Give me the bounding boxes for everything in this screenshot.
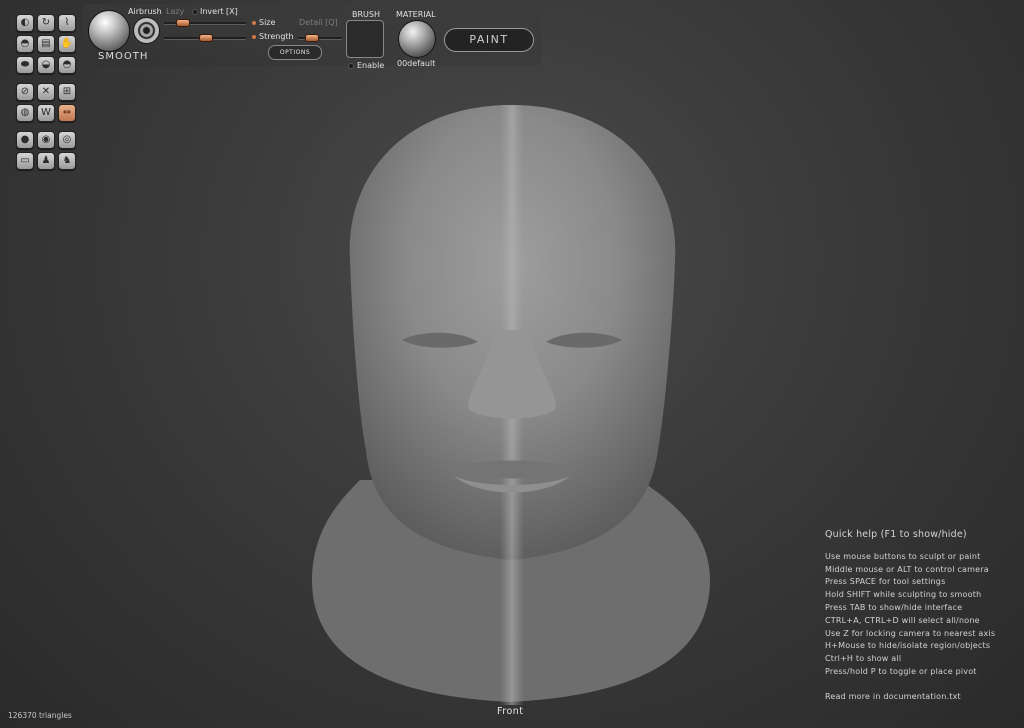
tool-row-2: ◓ ▤ ✋ [16,35,76,53]
flatten-brush-icon[interactable]: ⌇ [58,14,76,32]
sculpt-head-model[interactable] [290,90,730,705]
view-front-icon[interactable]: ◉ [37,131,55,149]
figure-alt-icon[interactable]: ♞ [58,152,76,170]
symmetry-icon[interactable]: ⊘ [16,83,34,101]
size-bullet-icon [252,21,256,25]
invert-radio-icon[interactable] [192,9,198,15]
triangle-count: 126370 triangles [8,711,72,720]
options-button[interactable]: OPTIONS [268,45,322,60]
grid-icon[interactable]: ⊞ [58,83,76,101]
size-slider-handle[interactable] [176,19,190,27]
paint-button[interactable]: PAINT [444,28,534,52]
help-line: Use Z for locking camera to nearest axis [825,628,996,638]
material-ball-icon[interactable] [398,20,436,58]
layer-brush-icon[interactable]: ▤ [37,35,55,53]
pinch-brush-icon[interactable]: ◓ [58,56,76,74]
clay-brush-icon[interactable]: ◒ [37,56,55,74]
size-label: Size [259,18,276,27]
detail-slider-handle[interactable] [305,34,319,42]
crease-brush-icon[interactable]: ⬬ [16,56,34,74]
strength-bullet-icon [252,35,256,39]
quick-help-panel: Quick help (F1 to show/hide) Use mouse b… [825,529,995,704]
airbrush-toggle[interactable]: Airbrush [128,7,162,17]
tool-row-5: ◍ W ⇔ [16,104,76,122]
pose-icon[interactable]: ✕ [37,83,55,101]
help-line: Press TAB to show/hide interface [825,602,963,612]
wireframe-icon[interactable]: ◍ [16,104,34,122]
material-name: 00default [397,59,436,68]
tool-row-7: ▭ ♟ ♞ [16,152,76,170]
grab-brush-icon[interactable]: ✋ [58,35,76,53]
brush-preview-sphere-icon[interactable] [88,10,130,52]
help-line: Press SPACE for tool settings [825,577,946,587]
help-line: Middle mouse or ALT to control camera [825,564,989,574]
body-icon[interactable]: ▭ [16,152,34,170]
draw-brush-icon[interactable]: ◐ [16,14,34,32]
strength-label: Strength [259,32,294,41]
tool-palette: ◐ ↻ ⌇ ◓ ▤ ✋ ⬬ ◒ ◓ ⊘ ✕ ⊞ ◍ W ⇔ ● ◉ ◎ ▭ ♟ … [16,14,76,173]
material-heading: MATERIAL [396,10,436,19]
figure-icon[interactable]: ♟ [37,152,55,170]
tool-row-3: ⬬ ◒ ◓ [16,56,76,74]
inflate-brush-icon[interactable]: ◓ [16,35,34,53]
lazy-toggle[interactable]: Lazy [166,7,184,17]
quick-help-title: Quick help (F1 to show/hide) [825,529,967,540]
help-line: H+Mouse to hide/isolate region/objects [825,641,991,651]
help-line: Hold SHIFT while sculpting to smooth [825,590,982,600]
mirror-axis-icon[interactable]: ⇔ [58,104,76,122]
camera-icon[interactable]: ● [16,131,34,149]
tool-row-4: ⊘ ✕ ⊞ [16,83,76,101]
invert-toggle[interactable]: Invert [X] [200,7,238,17]
brush-texture-swatch[interactable] [346,20,384,58]
view-orientation-label[interactable]: Front [497,706,524,717]
tool-row-6: ● ◉ ◎ [16,131,76,149]
help-line: Press/hold P to toggle or place pivot [825,666,977,676]
help-line: Ctrl+H to show all [825,654,902,664]
strength-slider-handle[interactable] [199,34,213,42]
help-line: Use mouse buttons to sculpt or paint [825,551,981,561]
brush-heading: BRUSH [352,10,380,19]
wave-icon[interactable]: W [37,104,55,122]
enable-toggle[interactable]: Enable [357,61,384,71]
tool-row-1: ◐ ↻ ⌇ [16,14,76,32]
detail-toggle[interactable]: Detail [Q] [299,18,338,28]
brush-name: SMOOTH [98,51,149,62]
help-line: CTRL+A, CTRL+D will select all/none [825,615,980,625]
brush-stroke-icon[interactable] [133,17,160,44]
view-side-icon[interactable]: ◎ [58,131,76,149]
enable-radio-icon[interactable] [348,63,354,69]
rotate-brush-icon[interactable]: ↻ [37,14,55,32]
quick-help-footer: Read more in documentation.txt [825,691,961,701]
